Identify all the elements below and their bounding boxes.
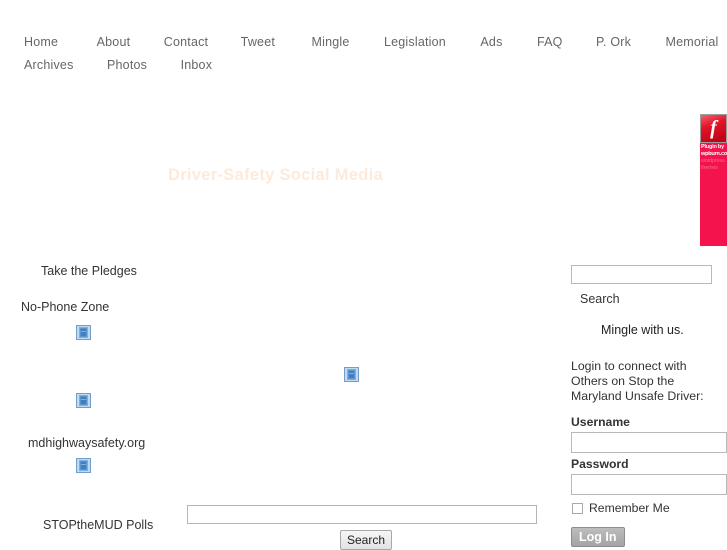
label-mdhighwaysafety: mdhighwaysafety.org [28,436,146,450]
nav-item-faq[interactable]: FAQ [537,31,563,54]
label-take-the-pledges: Take the Pledges [41,264,137,278]
username-input[interactable] [571,432,727,453]
username-label: Username [571,415,630,429]
nav-item-tweet[interactable]: Tweet [241,31,275,54]
nav-item-legislation[interactable]: Legislation [384,31,446,54]
nav-item-inbox[interactable]: Inbox [181,54,213,77]
poll-search-button[interactable]: Search [340,530,393,550]
sidebar-search-label: Search [580,292,620,306]
broken-image-icon[interactable] [76,458,91,473]
page-title: Driver-Safety Social Media [168,166,384,185]
label-no-phone-zone: No-Phone Zone [21,300,110,314]
nav-item-photos[interactable]: Photos [107,54,147,77]
poll-search-input[interactable] [187,505,537,524]
mingle-with-us-heading: Mingle with us. [601,323,684,337]
broken-image-icon[interactable] [76,393,91,408]
nav-item-archives[interactable]: Archives [24,54,74,77]
remember-me-label[interactable]: Remember Me [589,501,670,515]
remember-me-row[interactable]: Remember Me [572,500,670,516]
nav-item-about[interactable]: About [97,31,131,54]
password-input[interactable] [571,474,727,495]
remember-me-checkbox[interactable] [572,502,583,514]
login-intro-text: Login to connect with Others on Stop the… [571,359,704,403]
nav-item-ads[interactable]: Ads [480,31,502,54]
password-label: Password [571,457,629,471]
login-button[interactable]: Log In [571,527,625,547]
label-stopthemud-polls: STOPtheMUD Polls [43,518,154,532]
nav-item-mingle[interactable]: Mingle [311,31,349,54]
broken-image-icon[interactable] [76,325,91,340]
nav-item-home[interactable]: Home [24,31,58,54]
nav-item-contact[interactable]: Contact [164,31,208,54]
sidebar-search-input[interactable] [571,265,712,284]
broken-image-icon[interactable] [344,367,359,382]
